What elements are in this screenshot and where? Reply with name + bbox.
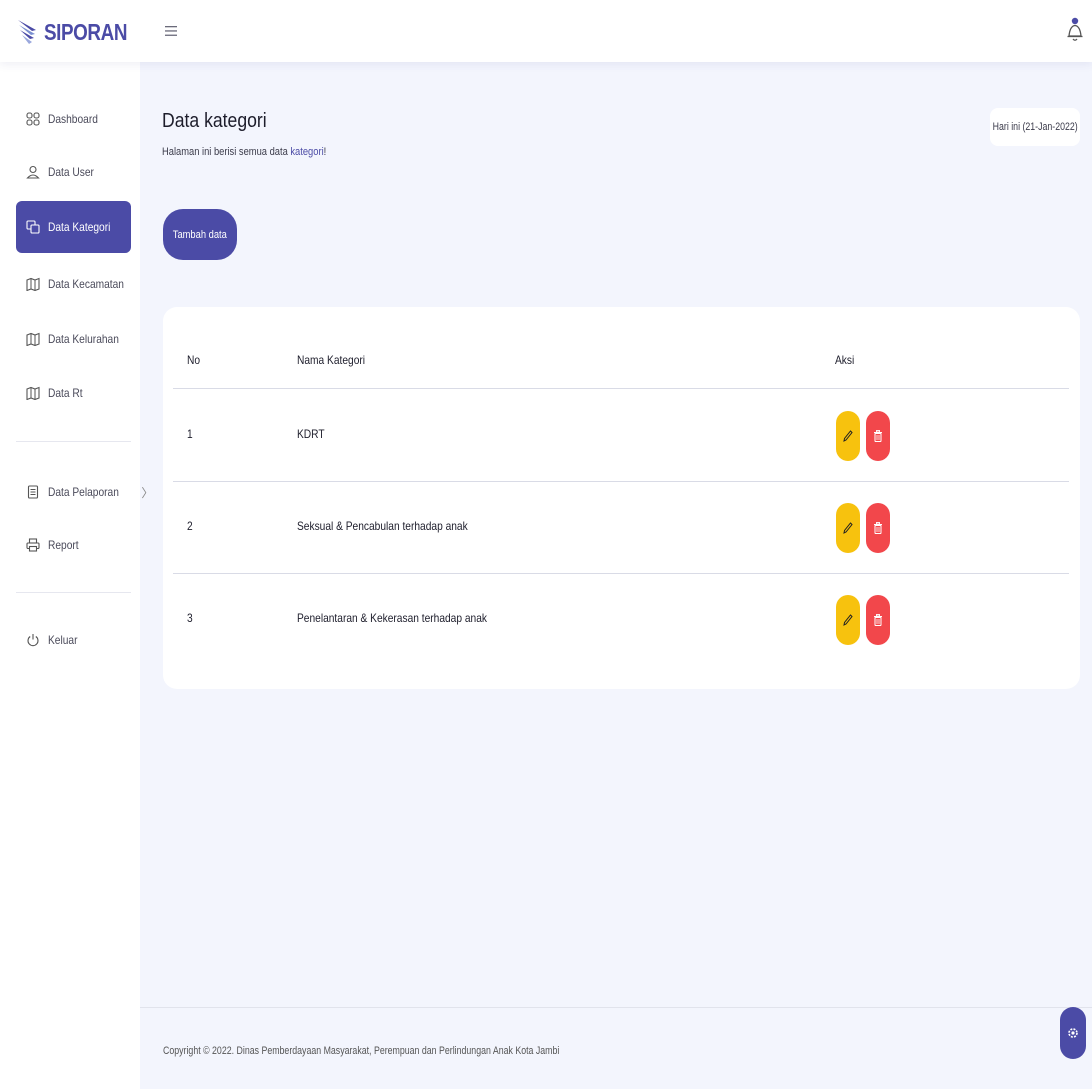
column-header-action: Aksi: [835, 353, 855, 367]
brand[interactable]: SIPORAN: [16, 14, 145, 50]
page-subtitle-highlight: kategori: [290, 146, 324, 158]
delete-button[interactable]: [866, 595, 890, 645]
power-icon: [27, 634, 39, 647]
map-icon: [26, 386, 40, 400]
footer-divider: [140, 1007, 1092, 1008]
date-badge: Hari ini (21-Jan-2022): [990, 108, 1080, 146]
pencil-icon: [843, 614, 853, 626]
delete-button[interactable]: [866, 503, 890, 553]
column-header-no: No: [187, 353, 201, 367]
table-row: 2 Seksual & Pencabulan terhadap anak: [173, 482, 1069, 574]
edit-button[interactable]: [836, 503, 860, 553]
grid-icon: [26, 112, 40, 126]
sidebar-item-data-rt[interactable]: Data Rt: [16, 367, 131, 419]
date-badge-text: Hari ini (21-Jan-2022): [992, 121, 1078, 133]
sidebar-item-data-kelurahan[interactable]: Data Kelurahan: [16, 313, 131, 365]
sidebar-item-data-pelaporan[interactable]: Data Pelaporan 〉: [16, 466, 153, 518]
sidebar-item-keluar[interactable]: Keluar: [16, 614, 131, 666]
add-data-button[interactable]: Tambah data: [163, 209, 237, 260]
sidebar-item-data-user[interactable]: Data User: [16, 146, 131, 198]
row-number: 2: [187, 519, 193, 533]
bell-icon[interactable]: [1064, 16, 1086, 44]
row-number: 1: [187, 427, 193, 441]
table-header: No Nama Kategori Aksi: [173, 335, 1069, 389]
edit-button[interactable]: [836, 595, 860, 645]
sidebar-item-label: Report: [48, 538, 79, 552]
row-category-name: Penelantaran & Kekerasan terhadap anak: [297, 611, 487, 625]
sidebar-item-dashboard[interactable]: Dashboard: [16, 93, 131, 145]
sidebar-item-label: Data Kecamatan: [48, 277, 124, 291]
printer-icon: [26, 538, 40, 552]
settings-button[interactable]: [1060, 1007, 1086, 1059]
category-table-card: No Nama Kategori Aksi 1 KDRT 2 Seksual &…: [163, 307, 1080, 689]
sidebar-item-label: Keluar: [48, 633, 78, 647]
trash-icon: [874, 614, 882, 626]
page-subtitle: Halaman ini berisi semua data kategori!: [162, 146, 326, 158]
gear-icon: [1068, 1028, 1078, 1038]
delete-button[interactable]: [866, 411, 890, 461]
chevron-right-icon: 〉: [141, 485, 154, 500]
sidebar-divider: [16, 441, 131, 442]
trash-icon: [874, 522, 882, 534]
row-category-name: KDRT: [297, 427, 325, 441]
sidebar-item-report[interactable]: Report: [16, 519, 131, 571]
hamburger-icon[interactable]: [160, 20, 182, 42]
sidebar-item-label: Data Rt: [48, 386, 83, 400]
pencil-icon: [843, 430, 853, 442]
trash-icon: [874, 430, 882, 442]
sidebar-item-label: Data Kelurahan: [48, 332, 119, 346]
map-icon: [26, 277, 40, 291]
page-subtitle-text: Halaman ini berisi semua data: [162, 146, 291, 158]
pencil-icon: [843, 522, 853, 534]
row-number: 3: [187, 611, 193, 625]
sidebar-item-data-kategori[interactable]: Data Kategori: [16, 201, 131, 253]
brand-name: SIPORAN: [44, 18, 128, 45]
table-row: 3 Penelantaran & Kekerasan terhadap anak: [173, 574, 1069, 666]
row-category-name: Seksual & Pencabulan terhadap anak: [297, 519, 468, 533]
add-data-button-label: Tambah data: [172, 228, 228, 241]
sidebar-item-label: Dashboard: [48, 112, 98, 126]
column-header-name: Nama Kategori: [297, 353, 366, 367]
edit-button[interactable]: [836, 411, 860, 461]
document-icon: [27, 485, 39, 499]
brand-logo-icon: [18, 20, 36, 44]
table-row: 1 KDRT: [173, 390, 1069, 482]
sidebar-item-label: Data Kategori: [48, 220, 111, 234]
top-navbar: SIPORAN: [0, 0, 1092, 62]
sidebar-item-data-kecamatan[interactable]: Data Kecamatan: [16, 258, 131, 310]
sidebar-item-label: Data User: [48, 165, 94, 179]
user-icon: [26, 165, 40, 179]
page-subtitle-suffix: !: [323, 146, 327, 158]
map-icon: [26, 332, 40, 346]
page-title: Data kategori: [162, 110, 267, 132]
sidebar-divider: [16, 592, 131, 593]
footer-copyright: Copyright © 2022. Dinas Pemberdayaan Mas…: [163, 1045, 560, 1057]
copy-icon: [26, 220, 40, 234]
sidebar-item-label: Data Pelaporan: [48, 485, 119, 499]
